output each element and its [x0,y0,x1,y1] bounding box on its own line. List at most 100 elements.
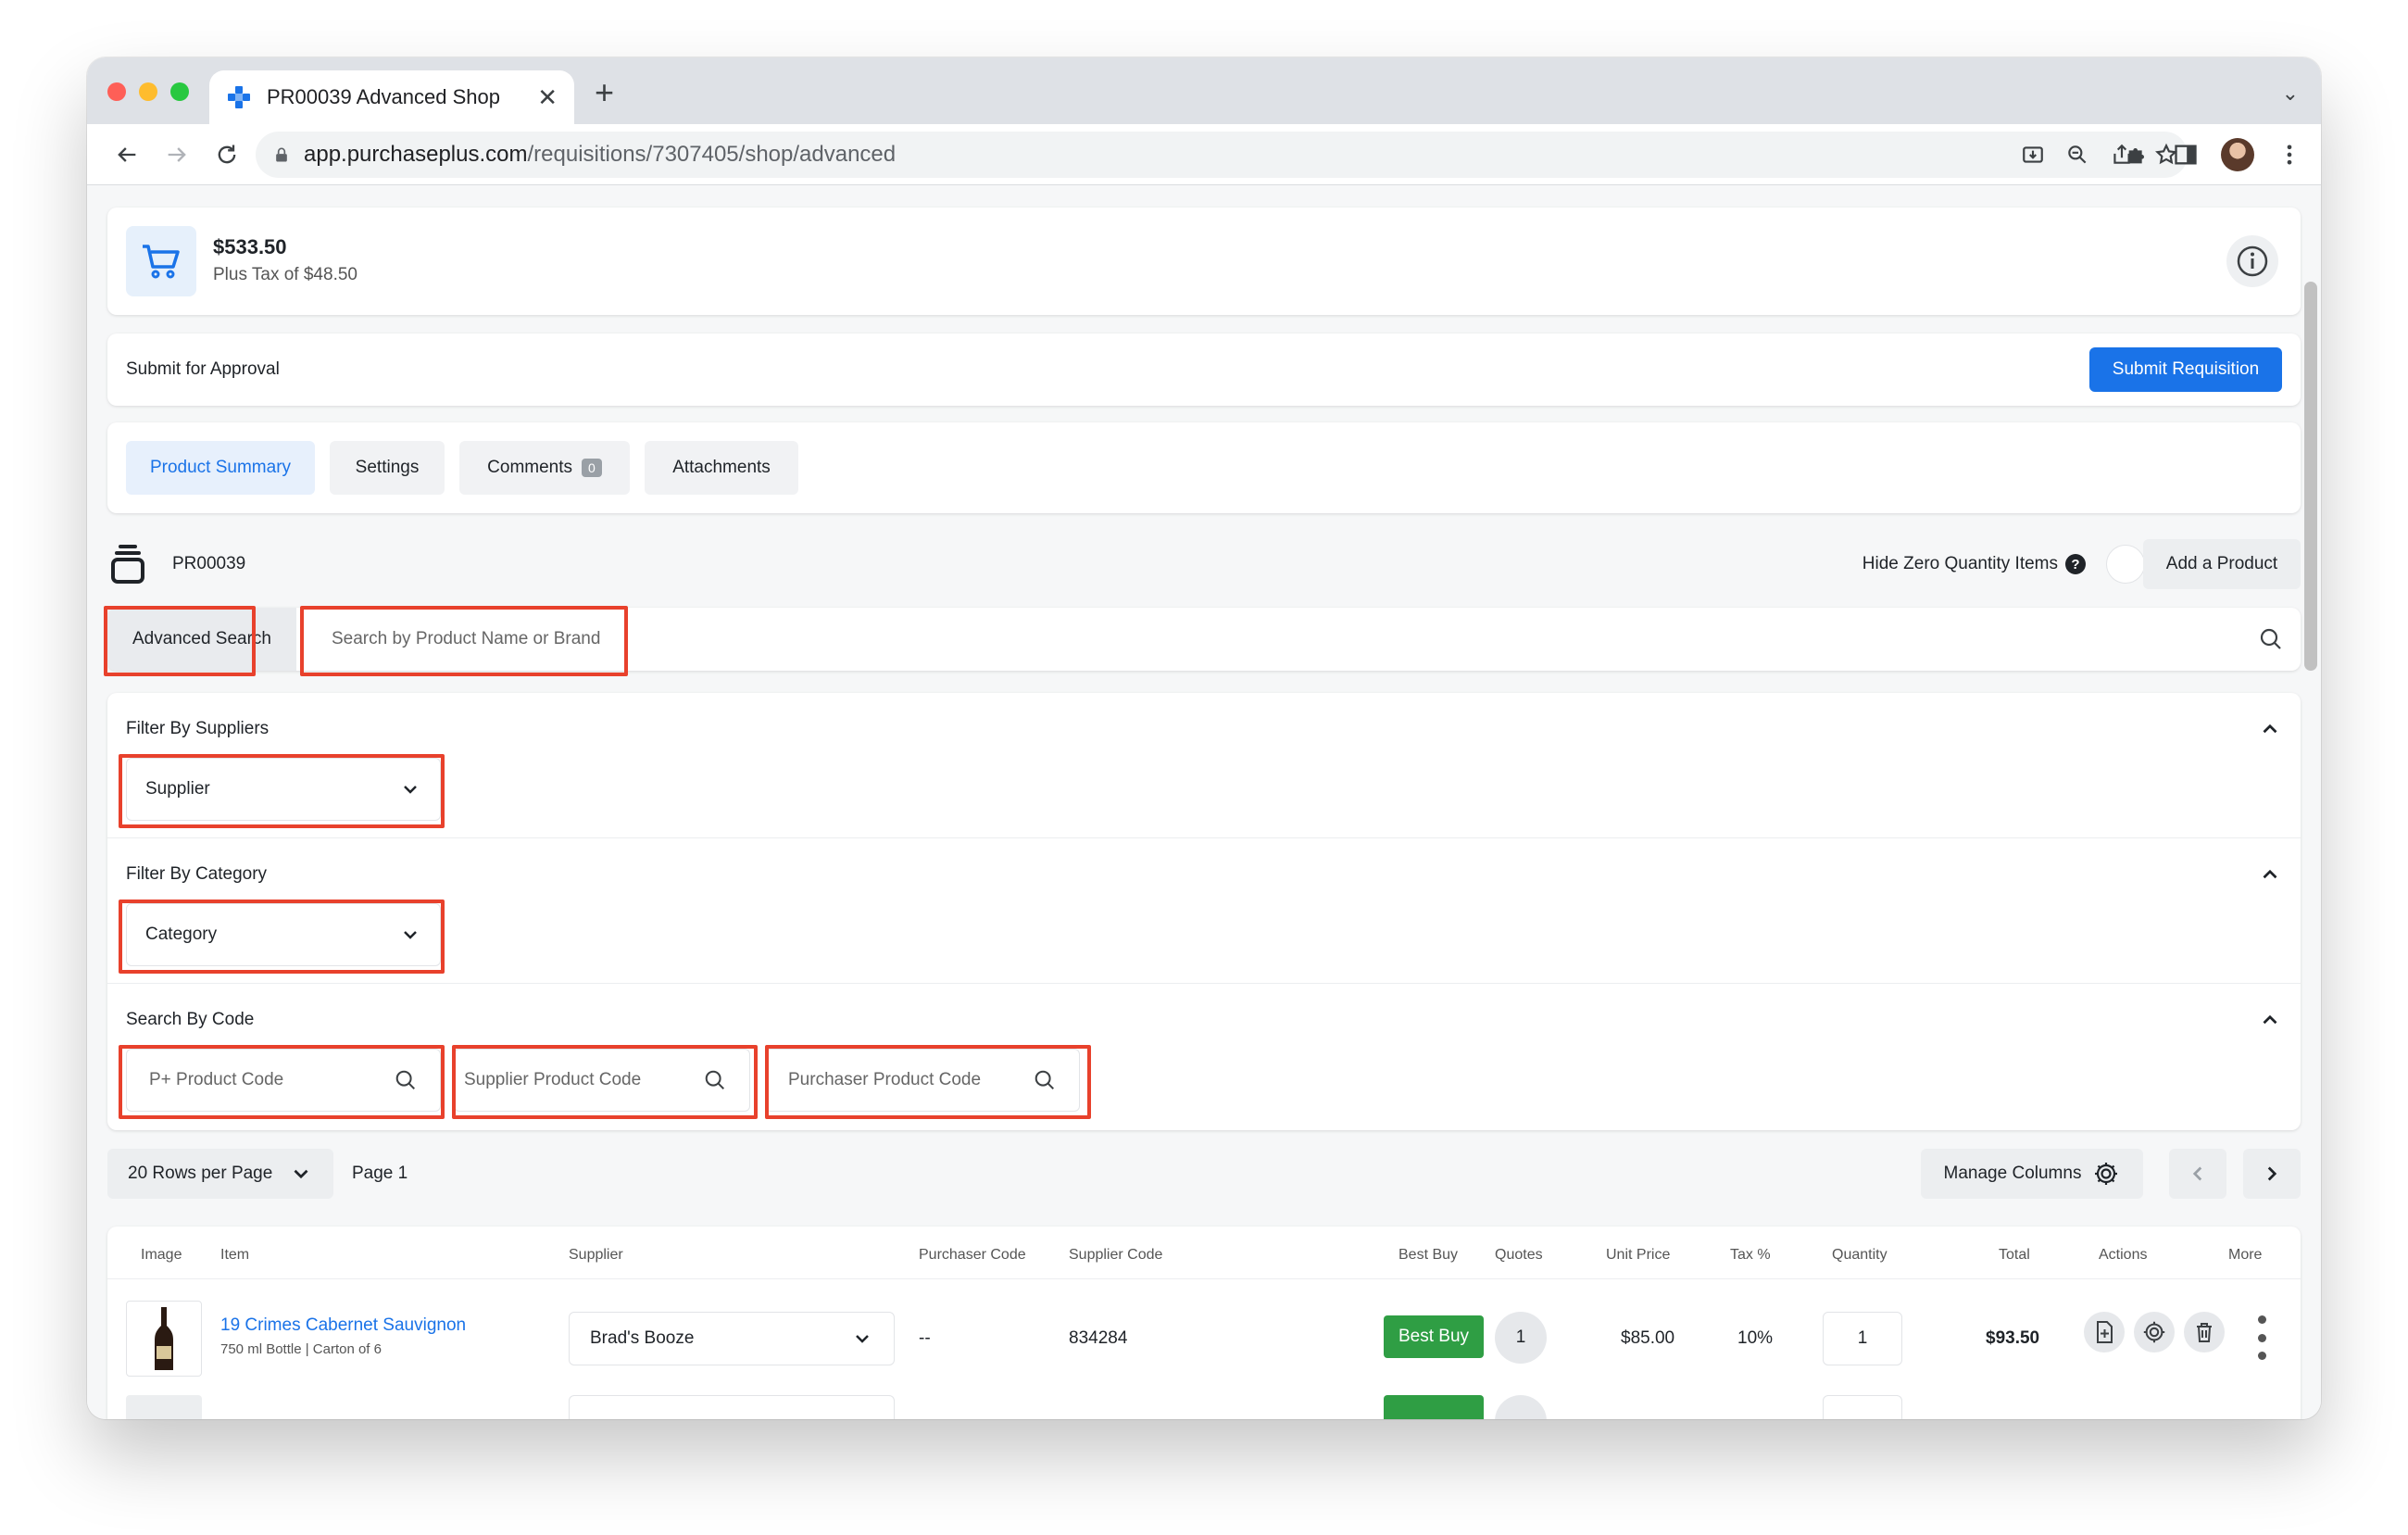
puzzle-extensions-icon[interactable] [2125,142,2151,168]
column-header-more: More [2228,1247,2263,1263]
scrollbar[interactable] [2304,282,2317,671]
tabs-card: Product Summary Settings Comments 0 Atta… [107,422,2301,513]
install-icon[interactable] [2021,143,2045,167]
column-header-quotes: Quotes [1495,1247,1543,1263]
category-select-value: Category [145,925,218,944]
add-document-button[interactable] [2084,1312,2125,1353]
window-controls [107,82,189,101]
reload-icon [218,145,236,163]
kebab-menu-icon[interactable] [2276,142,2302,168]
pagination-bar: 20 Rows per Page Page 1 Manage Columns [107,1149,2301,1201]
row-supplier-select[interactable]: Brad's Booze [569,1312,895,1365]
search-by-code-section: Search By Code P+ Product Code Supplier … [107,984,2301,1129]
tab-attachments[interactable]: Attachments [645,441,798,495]
item-name-link[interactable]: 19 Crimes Cabernet Sauvignon [220,1315,466,1336]
submit-approval-label: Submit for Approval [126,359,280,379]
minimize-window-button[interactable] [139,82,157,101]
chevron-up-icon[interactable] [2258,862,2282,887]
more-options-icon[interactable] [2252,1312,2271,1364]
supplier-product-code-input[interactable]: Supplier Product Code [454,1049,750,1112]
requisition-header: PR00039 Hide Zero Quantity Items ? Add a… [107,528,2301,602]
manage-columns-label: Manage Columns [1943,1164,2082,1183]
browser-toolbar: app.purchaseplus.com/requisitions/730740… [87,124,2321,185]
comments-count-badge: 0 [582,459,602,477]
manage-columns-button[interactable]: Manage Columns [1921,1149,2143,1199]
wine-bottle-icon [155,1307,173,1370]
previous-page-button[interactable] [2169,1149,2226,1199]
products-table: Image Item Supplier Purchaser Code Suppl… [107,1227,2301,1419]
supplier-code-cell: 834284 [1069,1328,1128,1348]
back-button[interactable] [102,130,152,180]
add-product-button[interactable]: Add a Product [2143,539,2301,589]
delete-row-button[interactable] [2184,1312,2225,1353]
quotes-count-button[interactable]: 1 [1495,1312,1547,1364]
tab-comments[interactable]: Comments 0 [459,441,630,495]
search-by-code-title: Search By Code [126,1010,255,1029]
tab-search-chevron-icon[interactable]: ⌄ [2282,82,2299,106]
tab-close-icon[interactable]: ✕ [537,83,558,112]
rows-per-page-select[interactable]: 20 Rows per Page [107,1149,333,1199]
column-header-tax: Tax % [1730,1247,1771,1263]
supplier-select[interactable]: Supplier [126,758,441,821]
column-header-item: Item [220,1247,250,1263]
requisition-code: PR00039 [172,554,246,573]
submit-requisition-button[interactable]: Submit Requisition [2089,347,2282,392]
column-header-quantity: Quantity [1832,1247,1888,1263]
close-window-button[interactable] [107,82,126,101]
pplus-product-code-input[interactable]: P+ Product Code [126,1049,441,1112]
approval-card: Submit for Approval Submit Requisition [107,333,2301,406]
maximize-window-button[interactable] [170,82,189,101]
purchaseplus-favicon-icon [228,86,250,108]
requisition-total: $533.50 [213,235,287,258]
tab-settings[interactable]: Settings [330,441,445,495]
chevron-up-icon[interactable] [2258,717,2282,741]
forward-button[interactable] [152,130,202,180]
info-icon [2237,245,2268,277]
lock-icon [276,147,287,162]
chevron-down-icon [404,931,417,939]
hide-zero-toggle[interactable] [2106,545,2145,584]
column-header-best-buy: Best Buy [1398,1247,1459,1263]
purchaser-product-code-placeholder: Purchaser Product Code [788,1070,982,1089]
gear-icon [2095,1163,2118,1185]
filter-category-section: Filter By Category Category [107,838,2301,984]
chevron-down-icon [294,1169,308,1179]
tab-bar: PR00039 Advanced Shop ✕ + ⌄ [87,57,2321,124]
requisition-tax: Plus Tax of $48.50 [213,265,357,284]
chevron-down-icon [856,1335,869,1343]
product-image[interactable] [126,1301,202,1377]
column-header-purchaser-code: Purchaser Code [919,1247,1026,1263]
zoom-icon[interactable] [2065,143,2089,167]
search-icon [395,1070,416,1090]
info-button[interactable] [2226,235,2278,287]
product-search-input[interactable]: Search by Product Name or Brand [313,608,646,671]
quantity-input[interactable]: 1 [1823,1312,1902,1365]
column-header-supplier-code: Supplier Code [1069,1247,1163,1263]
quotes-count-partial [1495,1395,1547,1419]
chevron-right-icon [2267,1166,2277,1181]
category-select[interactable]: Category [126,903,441,966]
advanced-search-button[interactable]: Advanced Search [107,608,296,671]
next-page-button[interactable] [2243,1149,2301,1199]
search-icon[interactable] [2258,626,2284,652]
side-panel-icon[interactable] [2173,142,2199,168]
best-buy-badge: Best Buy [1384,1315,1484,1358]
item-unit-description: 750 ml Bottle | Carton of 6 [220,1341,382,1357]
arrow-right-icon [168,146,186,162]
tax-cell: 10% [1737,1328,1774,1348]
product-image-partial [126,1395,202,1419]
help-icon[interactable]: ? [2065,554,2086,574]
address-bar[interactable]: app.purchaseplus.com/requisitions/730740… [256,132,2188,178]
profile-avatar[interactable] [2221,138,2254,171]
row-settings-button[interactable] [2134,1312,2175,1353]
chevron-up-icon[interactable] [2258,1008,2282,1032]
total-cell: $93.50 [1986,1328,2040,1348]
row-supplier-value: Brad's Booze [590,1328,695,1348]
browser-tab[interactable]: PR00039 Advanced Shop ✕ [209,70,574,124]
reload-button[interactable] [202,130,252,180]
tab-product-summary[interactable]: Product Summary [126,441,315,495]
purchaser-product-code-input[interactable]: Purchaser Product Code [765,1049,1080,1112]
new-tab-button[interactable]: + [595,76,614,109]
filter-suppliers-section: Filter By Suppliers Supplier [107,693,2301,838]
filter-category-title: Filter By Category [126,864,268,884]
